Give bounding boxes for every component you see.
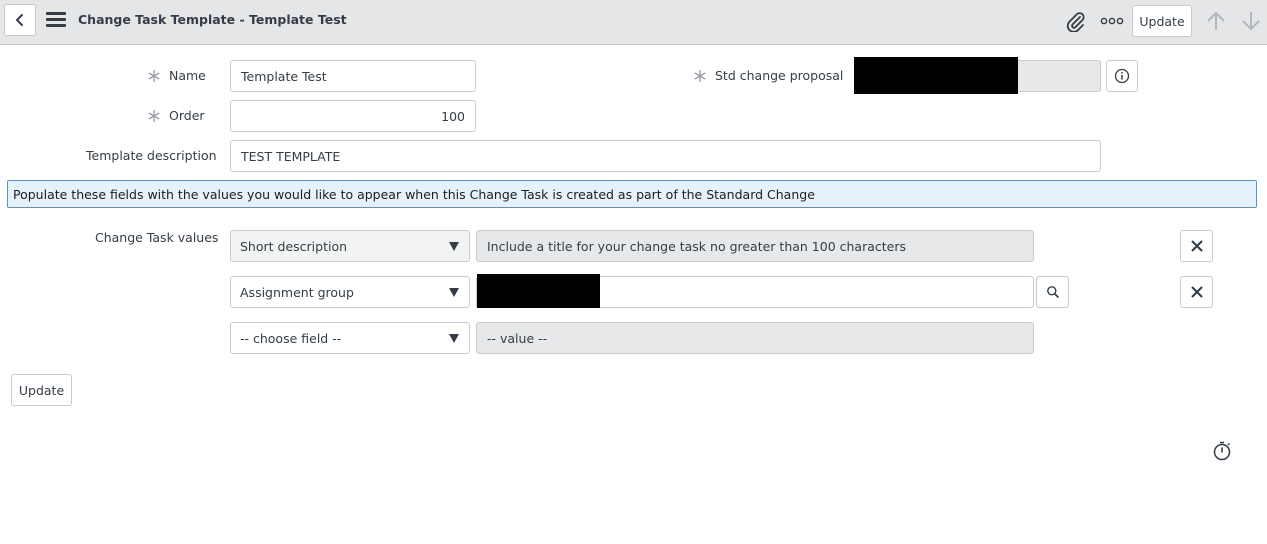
field-select[interactable]: Short description [230, 230, 470, 262]
change-task-values-label: Change Task values [95, 230, 219, 245]
form-header: Change Task Template - Template Test Upd… [0, 0, 1267, 45]
close-icon [1190, 240, 1203, 252]
required-asterisk-icon [148, 70, 160, 82]
required-asterisk-icon [148, 110, 160, 122]
lookup-button[interactable] [1036, 276, 1069, 308]
redacted-block [477, 274, 600, 308]
value-field[interactable]: -- value -- [476, 322, 1034, 354]
field-select[interactable]: Assignment group [230, 276, 470, 308]
field-select-value: Assignment group [240, 284, 354, 300]
hamburger-menu-icon[interactable] [46, 12, 66, 28]
name-field[interactable]: Template Test [230, 60, 476, 92]
required-asterisk-icon [694, 70, 706, 82]
info-icon [1114, 68, 1130, 84]
remove-row-button[interactable] [1180, 276, 1213, 308]
more-options-icon[interactable] [1100, 13, 1124, 29]
update-button-footer[interactable]: Update [11, 374, 72, 406]
arrow-up-icon[interactable] [1205, 9, 1227, 33]
field-select-value: Short description [240, 238, 348, 254]
field-select[interactable]: -- choose field -- [230, 322, 470, 354]
dropdown-caret-icon [449, 288, 459, 297]
reference-info-button[interactable] [1106, 60, 1138, 92]
order-field[interactable]: 100 [230, 100, 476, 132]
search-icon [1046, 286, 1059, 299]
dropdown-caret-icon [449, 242, 459, 251]
info-message: Populate these fields with the values yo… [7, 180, 1257, 208]
value-field[interactable]: Include a title for your change task no … [476, 230, 1034, 262]
std-change-proposal-label: Std change proposal [715, 68, 844, 83]
paperclip-icon[interactable] [1064, 10, 1086, 32]
close-icon [1190, 286, 1203, 298]
order-label: Order [169, 108, 205, 123]
remove-row-button[interactable] [1180, 230, 1213, 262]
page-title: Change Task Template - Template Test [78, 12, 347, 27]
template-description-field[interactable]: TEST TEMPLATE [230, 140, 1101, 172]
name-label: Name [169, 68, 206, 83]
update-button-header[interactable]: Update [1132, 5, 1192, 37]
field-select-value: -- choose field -- [240, 330, 342, 346]
stopwatch-icon[interactable] [1211, 440, 1233, 462]
dropdown-caret-icon [449, 334, 459, 343]
template-description-label: Template description [86, 148, 217, 163]
redacted-block [854, 57, 1018, 94]
back-button[interactable] [4, 4, 36, 36]
arrow-down-icon[interactable] [1240, 9, 1262, 33]
chevron-left-icon [16, 14, 23, 26]
